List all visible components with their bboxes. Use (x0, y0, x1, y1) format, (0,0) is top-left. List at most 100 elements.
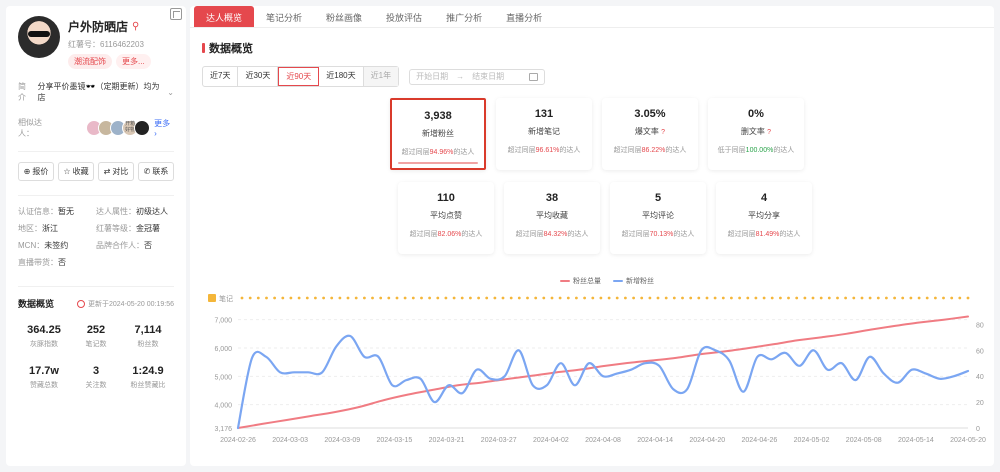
note-dot (615, 296, 619, 300)
note-dot (697, 296, 701, 300)
note-dot (656, 296, 660, 300)
card-delete-rate[interactable]: 0% 删文率 ? 低于同层100.00%的达人 (708, 98, 804, 170)
legend-total[interactable]: 粉丝总量 (560, 276, 601, 286)
quote-button[interactable]: ⊕ 报价 (18, 162, 54, 181)
x-tick: 2024-04-20 (689, 437, 725, 444)
y-right-tick: 80 (976, 322, 984, 329)
card-rank: 超过同层86.22%的达人 (613, 147, 687, 154)
note-dot (289, 296, 293, 300)
note-dot (632, 296, 635, 300)
note-dot (811, 296, 815, 300)
location-pin-icon: ⚲ (132, 21, 140, 32)
contact-button[interactable]: ✆ 联系 (138, 162, 174, 181)
compare-button[interactable]: ⇄ 对比 (98, 162, 134, 181)
card-label: 新增笔记 (528, 127, 560, 136)
date-end-input[interactable]: 结束日期 (472, 71, 504, 82)
date-start-input[interactable]: 开始日期 (416, 71, 448, 82)
action-buttons: ⊕ 报价 ☆ 收藏 ⇄ 对比 ✆ 联系 (18, 151, 174, 181)
x-tick: 2024-04-02 (533, 437, 569, 444)
profile-tags: 潮流配饰 更多... (68, 54, 151, 69)
tag-category: 潮流配饰 (68, 54, 112, 69)
stat-fan-like-ratio: 1:24.9 粉丝赞藏比 (130, 365, 166, 389)
note-dot (934, 296, 937, 300)
compare-icon: ⇄ (103, 167, 111, 176)
note-dot (501, 296, 505, 300)
tab-overview[interactable]: 达人概览 (194, 6, 255, 27)
tab-promotion[interactable]: 推广分析 (434, 6, 494, 27)
attr-level: 红薯等级：金冠薯 (96, 224, 160, 233)
note-dot (346, 296, 350, 300)
range-1y[interactable]: 近1年 (363, 67, 399, 86)
tab-notes[interactable]: 笔记分析 (254, 6, 314, 27)
note-dot (689, 296, 693, 300)
card-rank: 超过同层70.13%的达人 (621, 231, 695, 238)
note-dot (648, 296, 652, 300)
star-icon: ☆ (63, 167, 71, 176)
tag-more-button[interactable]: 更多... (116, 54, 151, 69)
series-total-line (237, 315, 969, 429)
qrcode-icon[interactable] (170, 8, 182, 20)
note-dot (526, 296, 529, 300)
card-rank: 超过同层96.61%的达人 (507, 147, 581, 154)
note-dot (314, 296, 317, 300)
profile-attributes: 认证信息：暂无 达人属性：初级达人 地区：浙江 红薯等级：金冠薯 MCN：未签约… (18, 195, 174, 268)
tab-bar: 达人概览 笔记分析 粉丝画像 投放评估 推广分析 直播分析 (190, 6, 994, 28)
x-tick: 2024-03-21 (429, 437, 465, 444)
note-dot (893, 296, 896, 300)
note-dot (517, 296, 521, 300)
card-avg-likes[interactable]: 110 平均点赞 超过同层82.06%的达人 (398, 182, 494, 254)
side-overview-header: 数据概览 更新于2024-05-20 00:19:56 (18, 286, 174, 310)
note-dot (420, 296, 423, 300)
note-dot (607, 296, 611, 300)
date-range-picker[interactable]: 开始日期 → 结束日期 (409, 68, 546, 85)
note-dot (787, 296, 790, 300)
y-right-tick: 60 (976, 348, 984, 355)
favorite-button[interactable]: ☆ 收藏 (58, 162, 94, 181)
chevron-down-icon[interactable]: ⌄ (167, 88, 174, 97)
note-dot (371, 296, 374, 300)
note-dot (827, 296, 831, 300)
note-dot (958, 296, 962, 300)
range-30d[interactable]: 近30天 (238, 67, 279, 86)
note-dot (297, 296, 301, 300)
note-dot (452, 296, 456, 300)
card-new-notes[interactable]: 131 新增笔记 超过同层96.61%的达人 (496, 98, 592, 170)
series-new-line (236, 334, 970, 430)
note-dot (770, 296, 774, 300)
similar-more-link[interactable]: 更多 › (154, 118, 174, 138)
note-dot (444, 296, 448, 300)
x-tick: 2024-05-02 (794, 437, 830, 444)
range-7d[interactable]: 近7天 (203, 67, 239, 86)
card-avg-comments[interactable]: 5 平均评论 超过同层70.13%的达人 (610, 182, 706, 254)
card-value: 3.05% (634, 108, 666, 120)
note-dot (721, 296, 725, 300)
card-value: 5 (654, 192, 662, 204)
card-new-fans[interactable]: 3,938 新增粉丝 超过同层94.96%的达人 (390, 98, 486, 170)
tab-evaluation[interactable]: 投放评估 (374, 6, 434, 27)
note-dot (477, 296, 480, 300)
note-dot (395, 296, 399, 300)
note-dot (379, 296, 383, 300)
range-90d[interactable]: 近90天 (278, 67, 320, 86)
attr-region: 地区：浙江 (18, 224, 58, 233)
clock-icon (77, 299, 85, 308)
card-avg-shares[interactable]: 4 平均分享 超过同层81.49%的达人 (716, 182, 812, 254)
note-dot (730, 296, 733, 300)
tab-fans[interactable]: 粉丝画像 (314, 6, 374, 27)
card-value: 3,938 (424, 110, 452, 122)
attr-brand-partner: 品牌合作人：否 (96, 241, 152, 250)
note-dot (240, 296, 244, 300)
card-viral-rate[interactable]: 3.05% 爆文率 ? 超过同层86.22%的达人 (602, 98, 698, 170)
tab-live[interactable]: 直播分析 (494, 6, 554, 27)
legend-new[interactable]: 新增粉丝 (613, 276, 654, 286)
card-avg-favorites[interactable]: 38 平均收藏 超过同层84.32%的达人 (504, 182, 600, 254)
section-title: 数据概览 (202, 40, 994, 56)
similar-avatar[interactable] (134, 120, 151, 136)
x-tick: 2024-03-09 (324, 437, 360, 444)
y-left-tick: 4,000 (214, 403, 232, 410)
x-tick: 2024-02-26 (220, 437, 256, 444)
note-dot (566, 296, 570, 300)
note-dot (713, 296, 717, 300)
update-time: 更新于2024-05-20 00:19:56 (77, 299, 174, 309)
range-180d[interactable]: 近180天 (319, 67, 364, 86)
